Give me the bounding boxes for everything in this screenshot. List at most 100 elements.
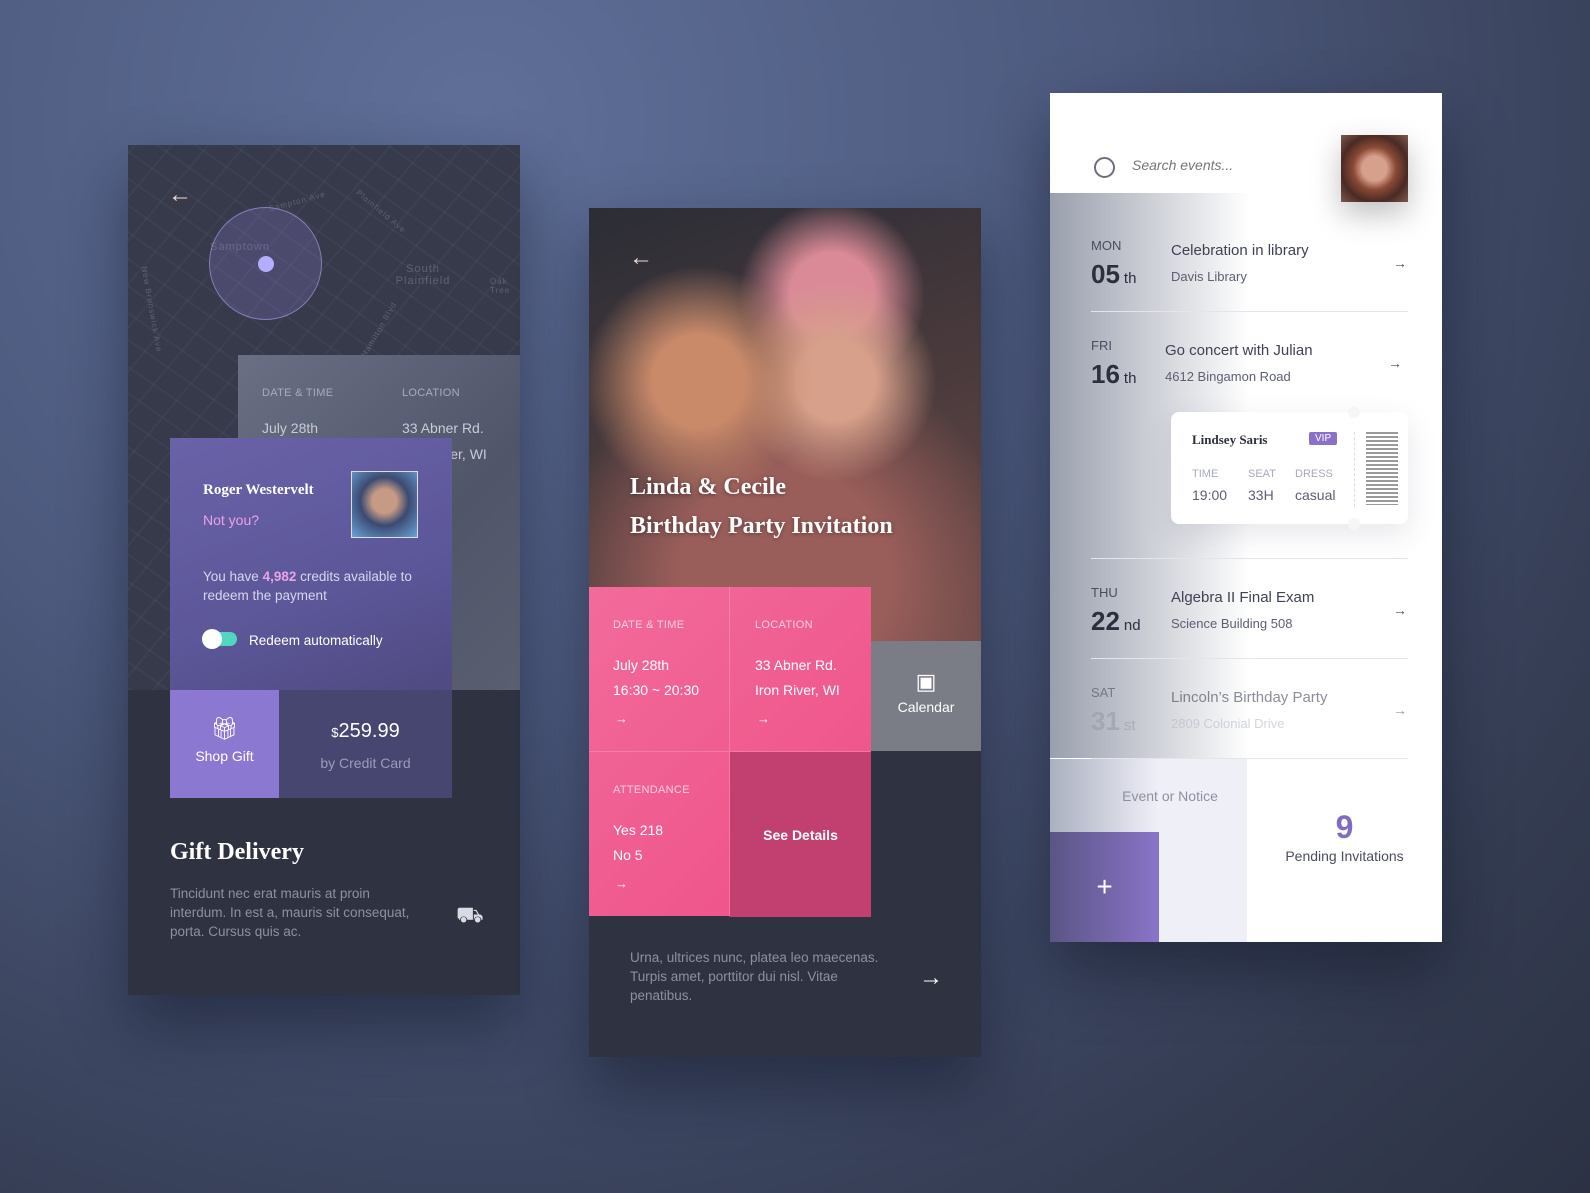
gift-delivery-screen: Samptown South Plainfield Sampton Ave Pl…: [128, 145, 520, 995]
payment-card: Roger Westervelt Not you? You have 4,982…: [170, 438, 452, 690]
seat-value: 33H: [1248, 487, 1274, 503]
divider: [1091, 311, 1408, 312]
map-label: New Brunswick Ave: [139, 265, 164, 354]
date-number: 16: [1091, 359, 1120, 389]
location-pin: [258, 256, 274, 272]
next-arrow-icon[interactable]: →: [919, 964, 943, 992]
shop-gift-button[interactable]: 🎁︎ Shop Gift: [170, 690, 279, 798]
calendar-button[interactable]: ▣ Calendar: [871, 641, 981, 751]
event-row[interactable]: THU 22nd Algebra II Final Exam Science B…: [1050, 580, 1442, 658]
event-title: Lincoln’s Birthday Party: [1171, 689, 1328, 706]
price-box: $259.99 by Credit Card: [279, 690, 452, 798]
back-arrow-icon[interactable]: ←: [168, 183, 192, 207]
vip-badge: VIP: [1309, 432, 1338, 445]
map-label: Hamilton Blvd: [359, 300, 399, 359]
time-label: TIME: [1192, 468, 1219, 480]
tile-label: ATTENDANCE: [613, 784, 690, 796]
ticket[interactable]: Lindsey Saris VIP TIME SEAT DRESS 19:00 …: [1171, 406, 1408, 530]
arrow-right-icon: →: [1393, 255, 1407, 271]
tile-label: LOCATION: [755, 619, 813, 631]
location-line2: Iron River, WI: [755, 682, 840, 698]
event-row[interactable]: SAT 31st Lincoln’s Birthday Party 2809 C…: [1050, 680, 1442, 758]
ticket-holder: Lindsey Saris: [1192, 432, 1268, 447]
redeem-toggle[interactable]: [202, 629, 237, 649]
event-day: THU: [1091, 585, 1118, 600]
title-line1: Linda & Cecile: [630, 474, 786, 500]
seat-label: SEAT: [1248, 468, 1276, 480]
toggle-label: Redeem automatically: [249, 633, 383, 648]
description: Tincidunt nec erat mauris at proin inter…: [170, 886, 410, 939]
divider: [1091, 658, 1408, 659]
attendance-tile[interactable]: ATTENDANCE Yes 218 No 5 →: [589, 752, 730, 917]
arrow-right-icon: →: [1393, 602, 1407, 618]
credits-text: You have 4,982 credits available to rede…: [203, 567, 428, 605]
see-details-label: See Details: [763, 826, 838, 843]
time-value: 19:00: [1192, 487, 1228, 503]
pending-invitations[interactable]: 9 Pending Invitations: [1247, 759, 1442, 942]
page-title: Gift Delivery: [170, 839, 304, 865]
event-day: SAT: [1091, 685, 1116, 700]
see-details-button[interactable]: See Details: [730, 752, 871, 917]
event-title: Celebration in library: [1171, 242, 1309, 259]
pending-label: Pending Invitations: [1285, 848, 1404, 864]
date-value: July 28th: [262, 420, 319, 436]
arrow-right-icon: →: [1388, 355, 1402, 371]
calendar-label: Calendar: [897, 699, 955, 715]
event-row[interactable]: FRI 16th Go concert with Julian 4612 Bin…: [1050, 333, 1442, 411]
credits-prefix: You have: [203, 569, 263, 584]
event-title: Algebra II Final Exam: [1171, 589, 1315, 606]
calendar-icon: ▣: [915, 669, 937, 694]
tile-label: DATE & TIME: [613, 619, 685, 631]
arrow-right-icon: →: [615, 876, 628, 891]
avatar: [351, 471, 418, 538]
map-label: South Plainfield: [395, 263, 451, 287]
avatar[interactable]: [1341, 135, 1408, 202]
date-suffix: nd: [1123, 617, 1141, 634]
location-label: LOCATION: [402, 387, 460, 399]
invitation-title: Linda & Cecile Birthday Party Invitation: [630, 468, 893, 546]
dress-label: DRESS: [1295, 468, 1333, 480]
location-line1: 33 Abner Rd.: [402, 420, 484, 436]
footer-text: Urna, ultrices nunc, platea leo maecenas…: [630, 950, 879, 1003]
arrow-right-icon: →: [757, 711, 770, 726]
location-tile[interactable]: LOCATION 33 Abner Rd. Iron River, WI →: [730, 587, 871, 752]
price-amount: 259.99: [338, 720, 400, 742]
event-subtitle: 2809 Colonial Drive: [1171, 716, 1285, 731]
search-icon[interactable]: [1094, 157, 1115, 178]
date-value: July 28th: [613, 657, 670, 673]
event-date: 31st: [1091, 706, 1136, 737]
divider: [1091, 558, 1408, 559]
dress-value: casual: [1295, 487, 1336, 503]
date-number: 31: [1091, 706, 1120, 736]
date-number: 22: [1091, 606, 1120, 636]
date-time-tile[interactable]: DATE & TIME July 28th 16:30 ~ 20:30 →: [589, 587, 730, 752]
not-you-link[interactable]: Not you?: [203, 512, 259, 528]
shop-gift-label: Shop Gift: [195, 748, 254, 764]
event-row[interactable]: MON 05th Celebration in library Davis Li…: [1050, 233, 1442, 311]
date-label: DATE & TIME: [262, 387, 334, 399]
event-date: 16th: [1091, 359, 1136, 390]
add-button[interactable]: +: [1050, 832, 1159, 942]
user-name: Roger Westervelt: [203, 482, 314, 498]
date-suffix: st: [1123, 717, 1136, 734]
attendance-no: No 5: [613, 847, 643, 863]
time-value: 16:30 ~ 20:30: [613, 682, 700, 698]
event-subtitle: Davis Library: [1171, 269, 1247, 284]
date-suffix: th: [1123, 370, 1137, 387]
currency: $: [331, 725, 339, 740]
date-suffix: th: [1123, 270, 1137, 287]
event-title: Go concert with Julian: [1165, 342, 1313, 359]
invitation-screen: ← Linda & Cecile Birthday Party Invitati…: [589, 208, 981, 1057]
back-arrow-icon[interactable]: ←: [629, 246, 653, 270]
event-subtitle: Science Building 508: [1171, 616, 1293, 631]
hero-photo: [589, 208, 981, 641]
barcode: [1366, 432, 1398, 505]
gift-icon: 🎁︎: [210, 716, 239, 741]
event-subtitle: 4612 Bingamon Road: [1165, 369, 1291, 384]
perforation: [1354, 432, 1355, 507]
event-date: 22nd: [1091, 606, 1141, 637]
map-label: Plainfield Ave: [354, 188, 408, 235]
credits-amount: 4,982: [262, 569, 297, 584]
arrow-right-icon: →: [1393, 702, 1407, 718]
search-input[interactable]: [1132, 157, 1312, 173]
